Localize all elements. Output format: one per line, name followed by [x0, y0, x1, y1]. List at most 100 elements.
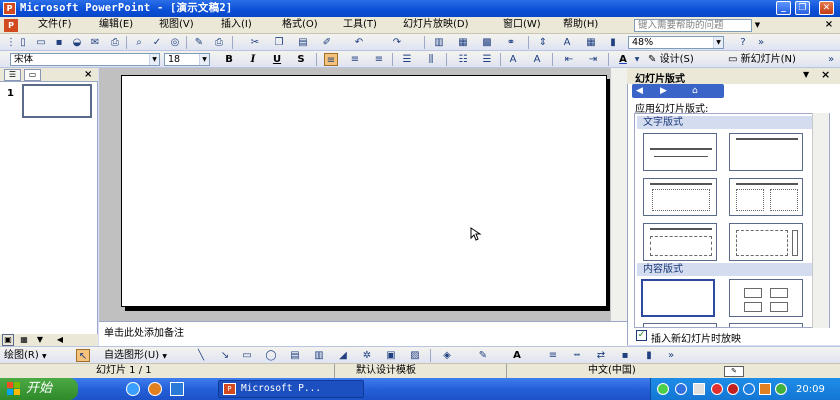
increase-font-icon[interactable]: A	[506, 53, 520, 66]
line-icon[interactable]: ╲	[194, 349, 208, 362]
print-preview-icon[interactable]: ⌕	[132, 36, 146, 49]
layout-title-and-text[interactable]	[643, 178, 717, 216]
bold-button[interactable]: B	[222, 53, 236, 66]
permission-icon[interactable]: ◒	[70, 36, 84, 49]
menu-file[interactable]: 文件(F)	[38, 17, 72, 34]
tab-slides[interactable]: ▭	[24, 69, 41, 81]
numbering-icon[interactable]: ☷	[456, 53, 470, 66]
zoom-select[interactable]: 48% ▼	[628, 36, 724, 49]
tables-borders-icon[interactable]: ▩	[480, 36, 494, 49]
menu-help[interactable]: 帮助(H)	[563, 17, 598, 34]
vertical-textbox-icon[interactable]: ▥	[312, 349, 326, 362]
grid-icon[interactable]: ▦	[584, 36, 598, 49]
shadow-button[interactable]: S	[294, 53, 308, 66]
justify-icon[interactable]: ☰	[400, 53, 414, 66]
align-center-icon[interactable]: ≡	[348, 53, 362, 66]
close-button[interactable]: ✕	[819, 1, 834, 15]
close-task-pane-icon[interactable]: ×	[821, 68, 830, 81]
maximize-button[interactable]: ❐	[795, 1, 810, 15]
layout-content[interactable]	[729, 279, 803, 317]
design-button[interactable]: ✎ 设计(S)	[648, 53, 694, 66]
fill-color-icon[interactable]: ◈	[440, 349, 454, 362]
redo-icon[interactable]: ↷	[390, 36, 404, 49]
start-button[interactable]: 开始	[0, 378, 78, 400]
oval-icon[interactable]: ◯	[264, 349, 278, 362]
line-style-icon[interactable]: ≡	[546, 349, 560, 362]
new-document-icon[interactable]: ▯	[16, 36, 30, 49]
close-pane-icon[interactable]: ×	[84, 69, 92, 80]
menu-slideshow[interactable]: 幻灯片放映(D)	[403, 17, 469, 34]
menu-format[interactable]: 格式(O)	[282, 17, 318, 34]
insert-hyperlink-icon[interactable]: ⚭	[504, 36, 518, 49]
slide-canvas[interactable]	[121, 75, 607, 307]
bullets-icon[interactable]: ☰	[480, 53, 494, 66]
insert-table-icon[interactable]: ▦	[456, 36, 470, 49]
powerpoint-taskbar-button[interactable]: P Microsoft P...	[218, 380, 364, 398]
align-left-icon[interactable]: ≡	[324, 53, 338, 66]
task-pane-scrollbar[interactable]	[812, 113, 829, 328]
layout-title-only[interactable]	[729, 133, 803, 171]
wordart-icon[interactable]: ◢	[336, 349, 350, 362]
undo-icon[interactable]: ↶	[352, 36, 366, 49]
clipart-icon[interactable]: ▣	[384, 349, 398, 362]
desktop-quicklaunch-icon[interactable]	[170, 382, 184, 396]
align-right-icon[interactable]: ≡	[372, 53, 386, 66]
spelling-icon[interactable]: ✓	[150, 36, 164, 49]
input-method-icon[interactable]	[759, 383, 771, 395]
help-search-input[interactable]: 键入需要帮助的问题	[634, 19, 752, 32]
decrease-font-icon[interactable]: A	[530, 53, 544, 66]
new-slide-button[interactable]: ▭ 新幻灯片(N)	[728, 53, 796, 66]
minimize-button[interactable]: _	[776, 1, 791, 15]
layout-partial[interactable]	[729, 323, 803, 327]
chevron-down-icon[interactable]: ▼	[713, 37, 723, 48]
slideshow-view-icon[interactable]: ▼	[34, 334, 46, 346]
open-folder-icon[interactable]: ▭	[34, 36, 48, 49]
tab-outline[interactable]: ☰	[4, 69, 21, 81]
chevron-down-icon[interactable]: ▼	[199, 54, 209, 65]
menu-edit[interactable]: 编辑(E)	[99, 17, 133, 34]
slide-vertical-scrollbar[interactable]	[610, 68, 627, 321]
security-icon[interactable]	[711, 383, 723, 395]
update-icon[interactable]	[775, 383, 787, 395]
font-color-icon[interactable]: A	[616, 53, 630, 66]
toolbar-options-icon[interactable]: »	[824, 53, 838, 66]
layout-title-slide[interactable]	[643, 133, 717, 171]
increase-indent-icon[interactable]: ⇥	[586, 53, 600, 66]
chevron-down-icon[interactable]: ▼	[630, 53, 644, 66]
shadow-style-icon[interactable]: ▪	[618, 349, 632, 362]
spelling-status-icon[interactable]: ✎	[724, 366, 744, 377]
color-grayscale-icon[interactable]: ▮	[606, 36, 620, 49]
insert-picture-icon[interactable]: ▨	[408, 349, 422, 362]
toolbar-options-icon[interactable]: »	[754, 36, 768, 49]
copy-icon[interactable]: ❐	[272, 36, 286, 49]
underline-button[interactable]: U	[270, 53, 284, 66]
expand-all-icon[interactable]: ⇕	[536, 36, 550, 49]
messenger-icon[interactable]	[743, 383, 755, 395]
chevron-down-icon[interactable]: ▼	[149, 54, 159, 65]
antivirus-icon[interactable]	[727, 383, 739, 395]
textbox-icon[interactable]: ▤	[288, 349, 302, 362]
arrow-style-icon[interactable]: ⇄	[594, 349, 608, 362]
font-size-select[interactable]: 18 ▼	[164, 53, 210, 66]
line-color-icon[interactable]: ✎	[476, 349, 490, 362]
slide-thumbnail[interactable]	[22, 84, 92, 118]
layout-vertical-text[interactable]	[643, 223, 717, 261]
dash-style-icon[interactable]: ┅	[570, 349, 584, 362]
layout-partial[interactable]	[643, 323, 717, 327]
layout-vertical-title-text[interactable]	[729, 223, 803, 261]
menu-insert[interactable]: 插入(I)	[221, 17, 252, 34]
email-icon[interactable]: ✉	[88, 36, 102, 49]
3d-style-icon[interactable]: ▮	[642, 349, 656, 362]
arrow-icon[interactable]: ↘	[218, 349, 232, 362]
home-icon[interactable]: ⌂	[692, 84, 698, 98]
menu-view[interactable]: 视图(V)	[159, 17, 194, 34]
research-icon[interactable]: ◎	[168, 36, 182, 49]
cut-icon[interactable]: ✂	[248, 36, 262, 49]
paste-icon[interactable]: ▤	[296, 36, 310, 49]
insert-show-checkbox[interactable]: ✓	[636, 330, 647, 341]
chevron-down-icon[interactable]: ▼	[752, 19, 763, 32]
layout-blank[interactable]	[641, 279, 715, 317]
normal-view-icon[interactable]: ▣	[2, 334, 14, 346]
print-icon[interactable]: ⎙	[108, 36, 122, 49]
paste-special-icon[interactable]: ✎	[192, 36, 206, 49]
